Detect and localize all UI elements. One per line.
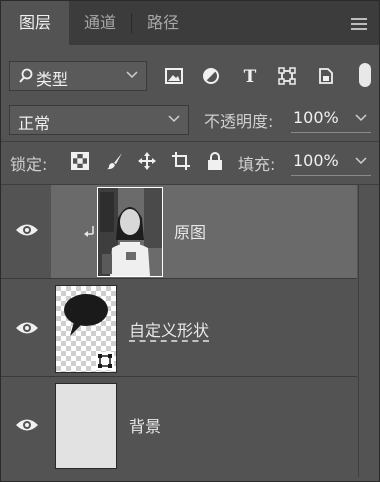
tab-bar: 图层 通道 路径 [1,1,379,45]
smart-object-filter-icon[interactable] [315,65,337,87]
lock-transparent-pixels-icon[interactable] [70,151,90,171]
image-filter-icon[interactable] [163,65,185,87]
opacity-value: 100% [293,108,339,127]
opacity-label: 不透明度: [204,112,274,131]
photo-thumbnail-image [98,188,162,276]
shape-filter-icon[interactable] [276,65,298,87]
search-icon [19,68,33,83]
blend-mode-label: 正常 [18,114,51,133]
layer-thumbnail-photo [97,187,163,277]
fill-label: 填充: [238,155,276,174]
svg-text:T: T [244,67,257,85]
layer-thumbnail-shape [55,285,117,373]
clipping-mask-icon [84,226,94,237]
layer-row-background[interactable]: 背景 [1,377,357,474]
opacity-input[interactable]: 100% [291,106,371,133]
fill-input[interactable]: 100% [291,149,371,176]
blend-mode-select[interactable]: 正常 [9,105,189,135]
fill-value: 100% [293,151,339,170]
chevron-down-icon [126,71,138,79]
layer-name[interactable]: 背景 [129,413,161,437]
divider [1,141,379,142]
layers-list: 原图 自定义形状 背景 [1,185,379,477]
eye-icon[interactable] [15,320,39,336]
layer-name[interactable]: 原图 [174,219,206,243]
layer-row-original[interactable]: 原图 [1,185,357,278]
lock-artboard-icon[interactable] [171,151,191,171]
adjustment-filter-icon[interactable] [200,65,222,87]
layer-thumbnail-background [55,383,117,469]
chevron-down-icon[interactable] [355,157,367,165]
layer-name[interactable]: 自定义形状 [129,317,209,341]
lock-image-pixels-icon[interactable] [105,151,125,171]
layers-scrollbar[interactable] [358,185,379,477]
eye-icon[interactable] [15,222,39,238]
lock-all-icon[interactable] [205,151,225,171]
tab-paths[interactable]: 路径 [132,1,194,45]
tab-layers[interactable]: 图层 [1,1,69,45]
filter-kind-label: 类型 [36,70,69,89]
filter-kind-select[interactable]: 类型 [9,61,147,91]
eye-icon[interactable] [15,417,39,433]
chevron-down-icon[interactable] [355,114,367,122]
lock-position-icon[interactable] [137,151,157,171]
chevron-down-icon [168,115,180,123]
lock-label: 锁定: [10,155,48,174]
layer-row-custom-shape[interactable]: 自定义形状 [1,279,357,376]
panel-menu-icon[interactable] [351,18,367,30]
type-filter-icon[interactable]: T [239,65,261,87]
shape-thumbnail-image [56,286,116,372]
filter-toggle[interactable] [359,63,371,87]
tab-channels[interactable]: 通道 [69,1,131,45]
layers-panel: 图层 通道 路径 类型 T 正常 不透明度: 100% 锁定: 填充: 100%… [0,0,380,482]
